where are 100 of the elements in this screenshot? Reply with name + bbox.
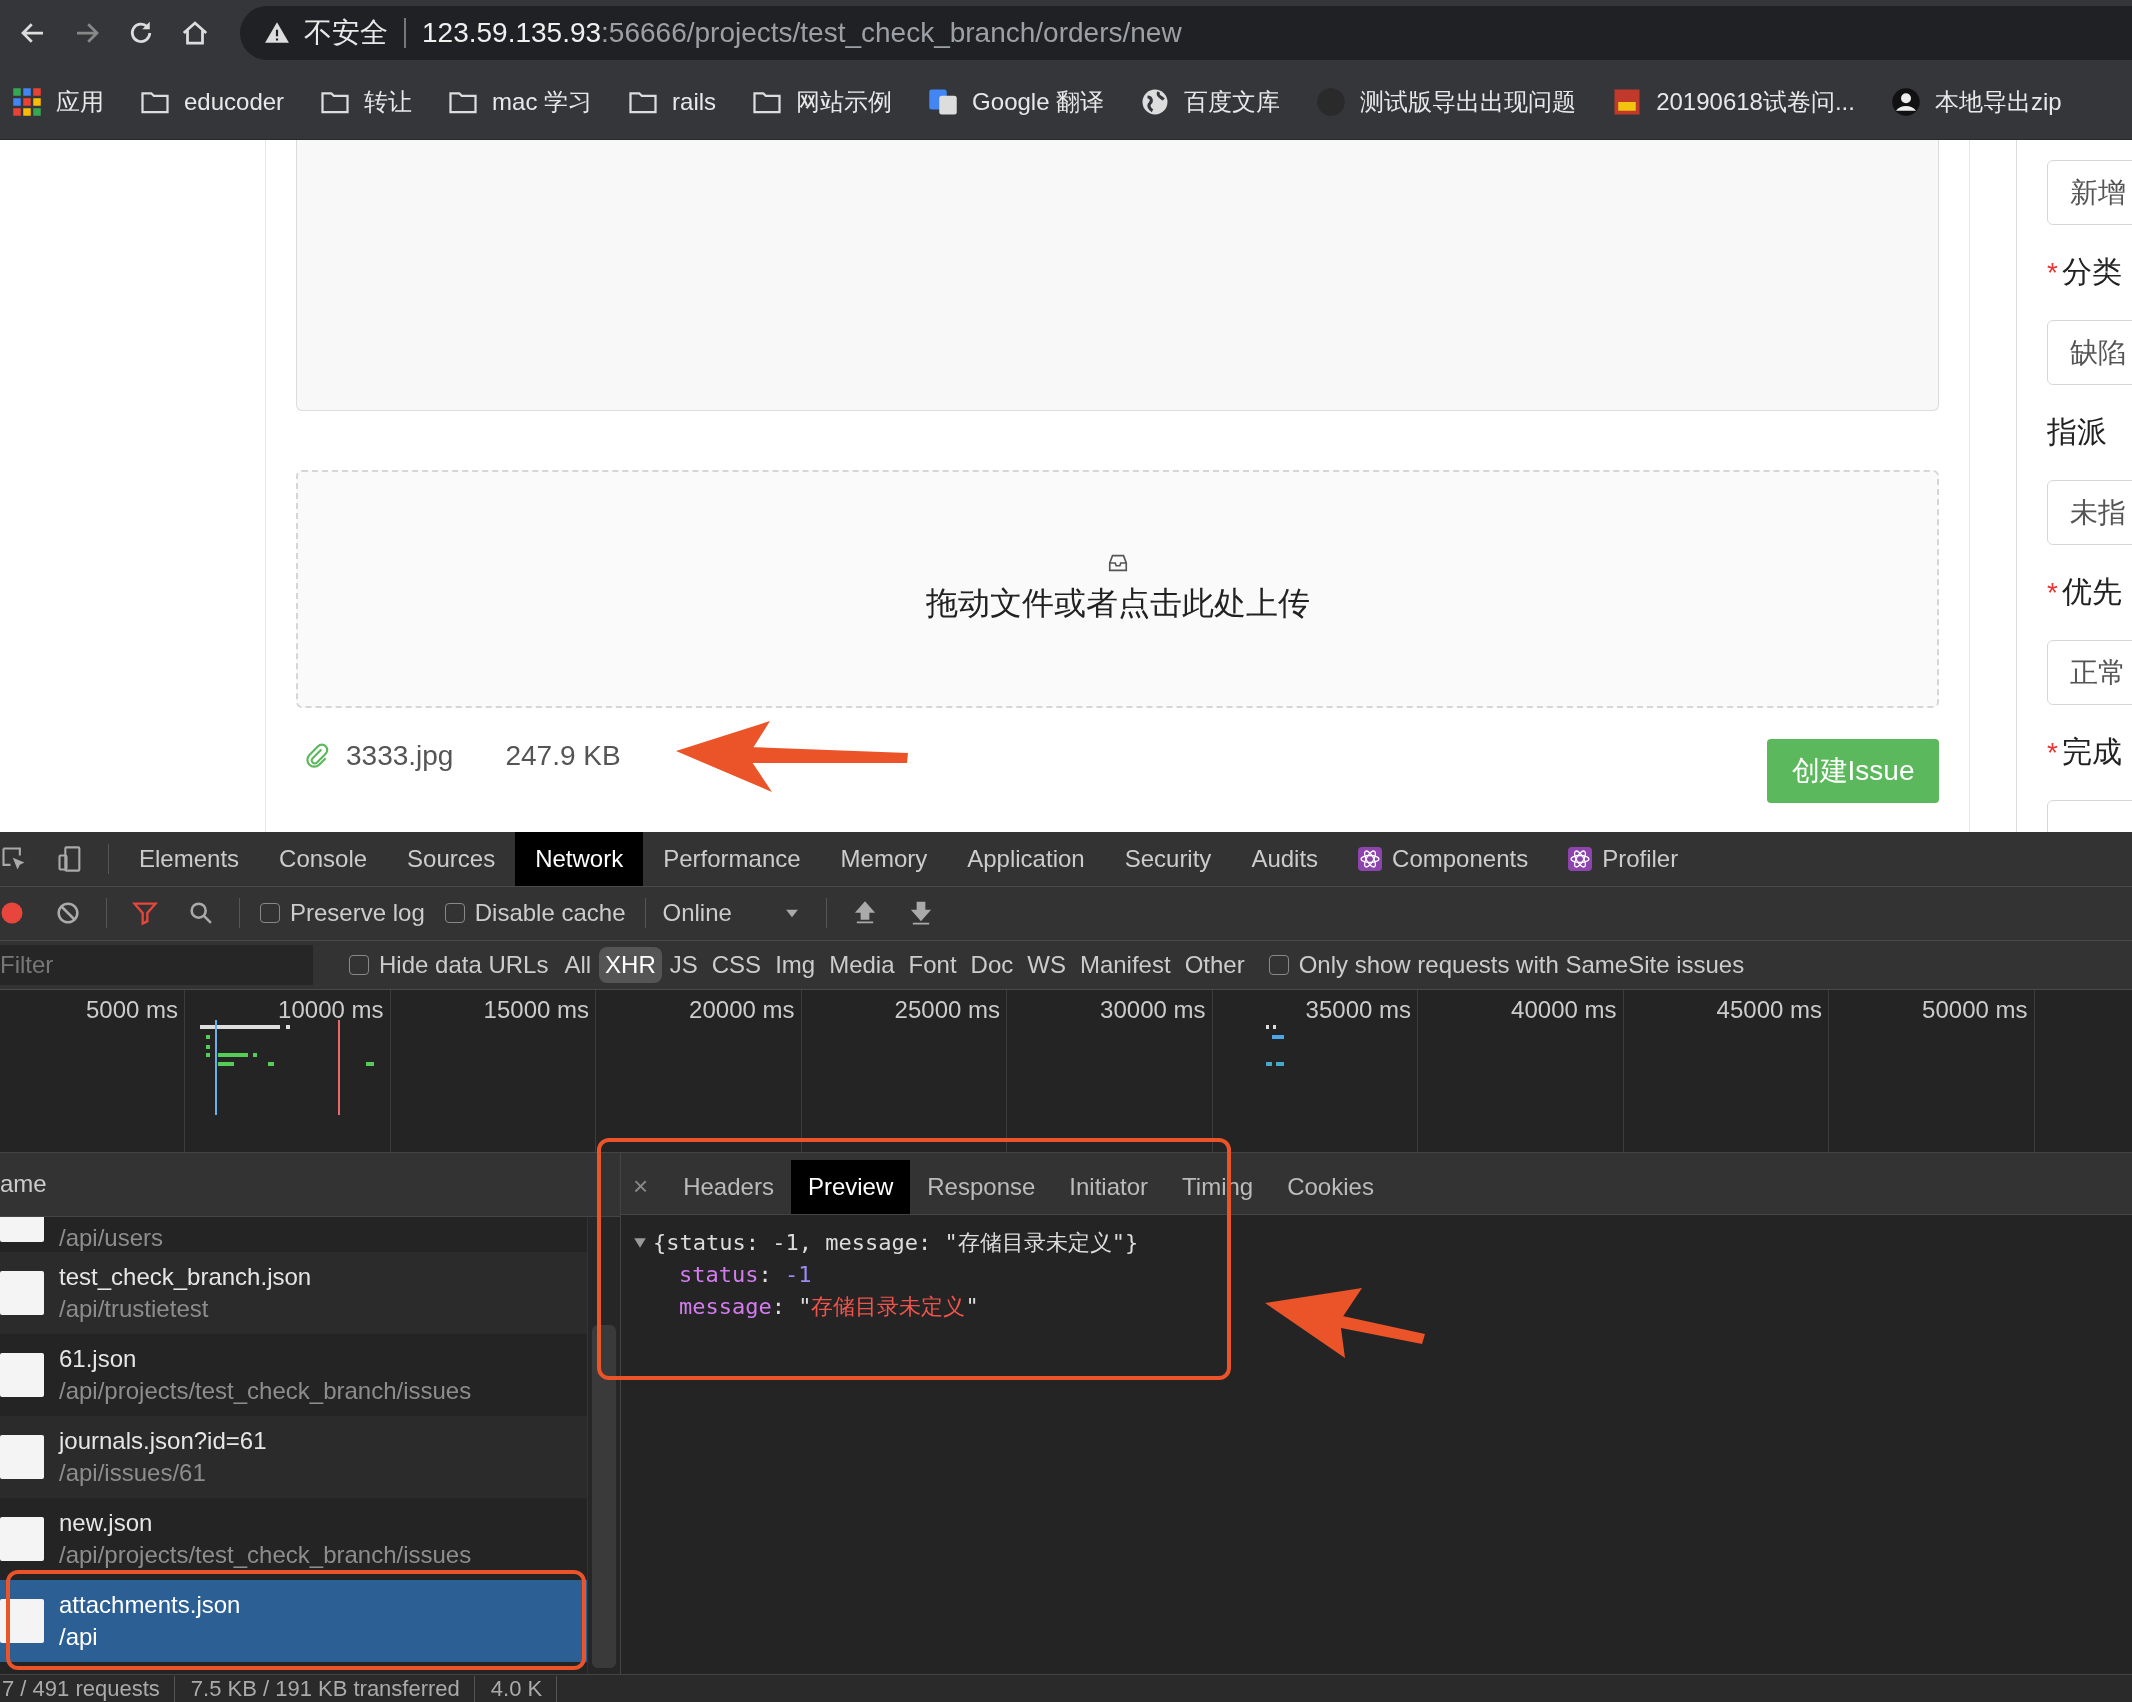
devtools-tab[interactable]: Console — [259, 832, 388, 886]
type-filter[interactable]: WS — [1021, 946, 1072, 983]
bookmark[interactable]: 网站示例 — [752, 86, 893, 118]
request-row[interactable]: journals.json?id=61 /api/issues/61 — [0, 1415, 588, 1498]
column-header[interactable]: ame — [0, 1170, 47, 1199]
devtools-tab[interactable]: Profiler — [1548, 832, 1699, 886]
devtools-tab[interactable]: Sources — [387, 832, 516, 886]
devtools-tab[interactable]: Network — [515, 832, 644, 886]
scrollbar-thumb[interactable] — [592, 1324, 616, 1668]
bookmark[interactable]: 20190618试卷问... — [1612, 86, 1855, 118]
file-size: 247.9 KB — [505, 740, 621, 772]
type-filter[interactable]: Other — [1178, 946, 1251, 983]
type-filter[interactable]: Manifest — [1073, 946, 1177, 983]
type-filter[interactable]: Img — [769, 946, 822, 983]
devtools-tab[interactable]: Security — [1104, 832, 1232, 886]
request-path: /api/issues/61 — [59, 1458, 207, 1487]
type-filter[interactable]: Doc — [964, 946, 1020, 983]
select-field[interactable]: 缺陷 — [2047, 320, 2132, 385]
bookmark[interactable]: 百度文库 — [1140, 86, 1281, 118]
checkbox-label[interactable]: Preserve log — [290, 899, 425, 928]
description-field[interactable] — [296, 140, 1939, 411]
type-filter[interactable]: JS — [663, 946, 704, 983]
file-icon — [0, 1598, 44, 1643]
select-field[interactable]: 正常 — [2047, 640, 2132, 705]
type-filter[interactable]: Media — [823, 946, 901, 983]
close-button[interactable]: × — [621, 1159, 667, 1214]
time-tick: 40000 ms — [1511, 995, 1617, 1023]
request-path: /api/projects/test_check_branch/issues — [59, 1540, 472, 1569]
checkbox[interactable] — [260, 903, 280, 924]
image-icon — [1612, 87, 1643, 117]
file-icon — [0, 1434, 44, 1479]
checkbox-label[interactable]: Only show requests with SameSite issues — [1298, 950, 1745, 979]
devtools-tab[interactable]: Components — [1338, 832, 1549, 886]
field-label: 完成 — [2061, 734, 2122, 770]
file-name[interactable]: 3333.jpg — [346, 740, 454, 772]
json-colon: : — [771, 1293, 786, 1319]
type-filter[interactable]: XHR — [599, 946, 662, 983]
type-filter[interactable]: Font — [902, 946, 963, 983]
bookmark[interactable]: 本地导出zip — [1890, 86, 2062, 118]
checkbox[interactable] — [349, 954, 369, 975]
json-key: status — [679, 1261, 759, 1287]
throttle-dropdown[interactable]: Online — [656, 899, 783, 928]
status-text: 7.5 KB / 191 KB transferred — [188, 1675, 475, 1702]
json-value: -1 — [785, 1261, 812, 1287]
request-name: new.json — [59, 1508, 154, 1537]
checkbox[interactable] — [1268, 954, 1289, 975]
file-icon — [0, 1270, 44, 1315]
detail-tab[interactable]: Cookies — [1270, 1159, 1391, 1214]
json-summary: {status: -1, message: "存储目录未定义"} — [653, 1228, 1139, 1257]
select-field[interactable]: 未指 — [2047, 480, 2132, 545]
detail-tab[interactable]: Initiator — [1052, 1159, 1166, 1214]
status-text: 7 / 491 requests — [0, 1675, 175, 1702]
devtools-tab[interactable]: Performance — [643, 832, 821, 886]
time-tick: 50000 ms — [1922, 995, 2028, 1023]
bookmark[interactable]: 测试版导出出现问题 — [1316, 86, 1577, 118]
time-tick: 45000 ms — [1716, 995, 1822, 1023]
detail-tab[interactable]: Preview — [790, 1159, 911, 1214]
type-filter[interactable]: CSS — [705, 946, 768, 983]
checkbox-label[interactable]: Hide data URLs — [379, 950, 549, 979]
field-label: 优先 — [2061, 574, 2122, 610]
time-tick: 15000 ms — [483, 995, 589, 1023]
bookmark[interactable]: Google 翻译 — [928, 86, 1105, 118]
json-quote: " — [965, 1293, 979, 1319]
time-tick: 20000 ms — [689, 995, 795, 1023]
checkbox[interactable] — [444, 903, 465, 924]
select-field[interactable]: 新增 — [2047, 160, 2132, 225]
bookmark[interactable]: mac 学习 — [448, 86, 593, 118]
detail-tab[interactable]: Headers — [666, 1159, 791, 1214]
request-name: test_check_branch.json — [59, 1262, 312, 1291]
status-text: 4.0 K — [488, 1675, 558, 1702]
filter-field[interactable]: Filter — [0, 944, 313, 985]
request-path: /api — [59, 1622, 99, 1651]
required-mark: * — [2047, 256, 2058, 289]
file-icon — [0, 1516, 44, 1561]
address-field[interactable]: 不安全 123.59.135.93:56666/projects/test_check_branch/orders/new — [240, 5, 2132, 60]
bookmark[interactable]: rails — [628, 87, 717, 117]
upload-area[interactable]: 拖动文件或者点击此处上传 — [296, 470, 1939, 708]
bookmark[interactable]: 应用 — [12, 86, 104, 118]
devtools-tab[interactable]: Application — [947, 832, 1105, 886]
request-row[interactable]: attachments.json /api — [0, 1579, 588, 1662]
inbox-icon — [1106, 552, 1129, 574]
field-label: 分类 — [2061, 254, 2122, 290]
devtools-tab[interactable]: Elements — [119, 832, 260, 886]
request-name: attachments.json — [59, 1590, 241, 1619]
checkbox-label[interactable]: Disable cache — [474, 899, 626, 928]
type-filter[interactable]: All — [558, 946, 598, 983]
apps-grid-icon — [12, 87, 42, 117]
request-row[interactable]: test_check_branch.json /api/trustietest — [0, 1251, 588, 1334]
devtools-tab[interactable]: Memory — [820, 832, 948, 886]
json-quote: " — [798, 1293, 812, 1319]
request-name: 61.json — [59, 1344, 138, 1373]
paperclip-icon — [304, 743, 330, 769]
avatar-icon — [1890, 87, 1921, 117]
atom-icon — [1358, 846, 1383, 871]
devtools-tab[interactable]: Audits — [1231, 832, 1339, 886]
bookmark[interactable]: 转让 — [320, 86, 413, 118]
detail-tab[interactable]: Response — [910, 1159, 1053, 1214]
expand-triangle-icon[interactable] — [633, 1235, 647, 1250]
bookmark[interactable]: educoder — [140, 87, 285, 117]
atom-icon — [1568, 846, 1593, 871]
